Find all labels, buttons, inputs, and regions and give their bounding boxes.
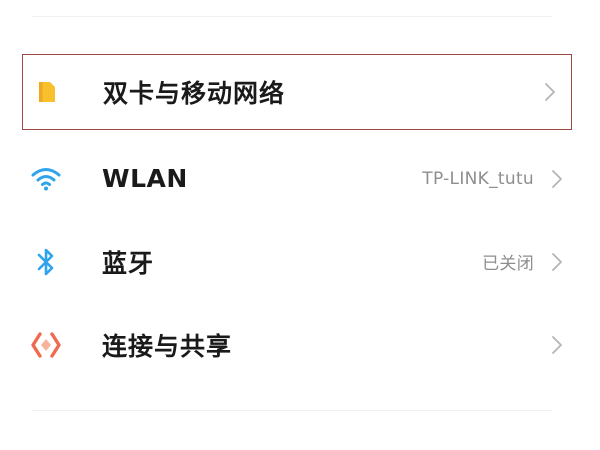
chevron-right-icon: [550, 334, 564, 356]
bottom-divider: [32, 410, 552, 411]
bluetooth-icon: [26, 242, 66, 282]
settings-item-connection-sharing[interactable]: 连接与共享: [0, 303, 600, 386]
settings-item-label: WLAN: [102, 164, 188, 193]
settings-item-label: 双卡与移动网络: [103, 79, 286, 108]
settings-list: 双卡与移动网络 WLAN TP-LINK_tutu 蓝牙 已关闭 连接与共享: [0, 54, 600, 386]
settings-item-wlan[interactable]: WLAN TP-LINK_tutu: [0, 137, 600, 220]
settings-item-bluetooth[interactable]: 蓝牙 已关闭: [0, 220, 600, 303]
settings-item-label: 蓝牙: [102, 248, 155, 278]
settings-item-value: TP-LINK_tutu: [422, 168, 534, 189]
chevron-right-icon: [543, 81, 557, 103]
chevron-right-icon: [550, 168, 564, 190]
settings-screen: 双卡与移动网络 WLAN TP-LINK_tutu 蓝牙 已关闭 连接与共享: [0, 0, 600, 450]
chevron-right-icon: [550, 251, 564, 273]
sim-card-icon: [27, 72, 67, 112]
settings-item-label: 连接与共享: [102, 331, 233, 361]
top-divider: [32, 16, 552, 17]
settings-item-value: 已关闭: [482, 254, 534, 274]
connection-sharing-icon: [26, 325, 66, 365]
settings-item-dual-sim[interactable]: 双卡与移动网络: [22, 54, 572, 130]
wifi-icon: [26, 159, 66, 199]
